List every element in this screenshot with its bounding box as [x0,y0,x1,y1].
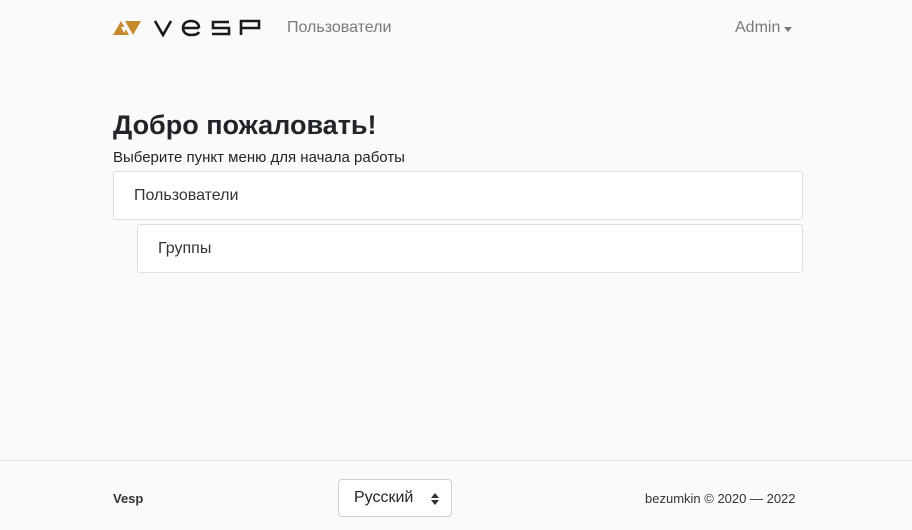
footer: Vesp Русский bezumkin © 2020 — 2022 [0,460,912,530]
caret-down-icon [784,26,793,32]
menu-item-label: Пользователи [134,186,239,204]
select-arrows-icon [431,493,439,505]
navbar: Пользователи Admin [0,0,912,56]
language-select-value: Русский [354,489,414,506]
brand-logo[interactable] [113,17,265,39]
nav-link-users[interactable]: Пользователи [287,18,391,38]
page-title: Добро пожаловать! [113,110,377,140]
language-select[interactable]: Русский [338,479,452,517]
menu-item-users[interactable]: Пользователи [113,171,803,220]
page-subtitle: Выберите пункт меню для начала работы [113,149,405,166]
menu-item-label: Группы [158,239,212,257]
vesp-logo-icon [113,19,261,38]
footer-brand: Vesp [113,491,144,506]
user-menu-dropdown[interactable]: Admin [735,18,793,38]
user-menu-label: Admin [735,19,781,36]
menu-item-groups[interactable]: Группы [137,224,803,273]
footer-copyright: bezumkin © 2020 — 2022 [645,491,796,506]
